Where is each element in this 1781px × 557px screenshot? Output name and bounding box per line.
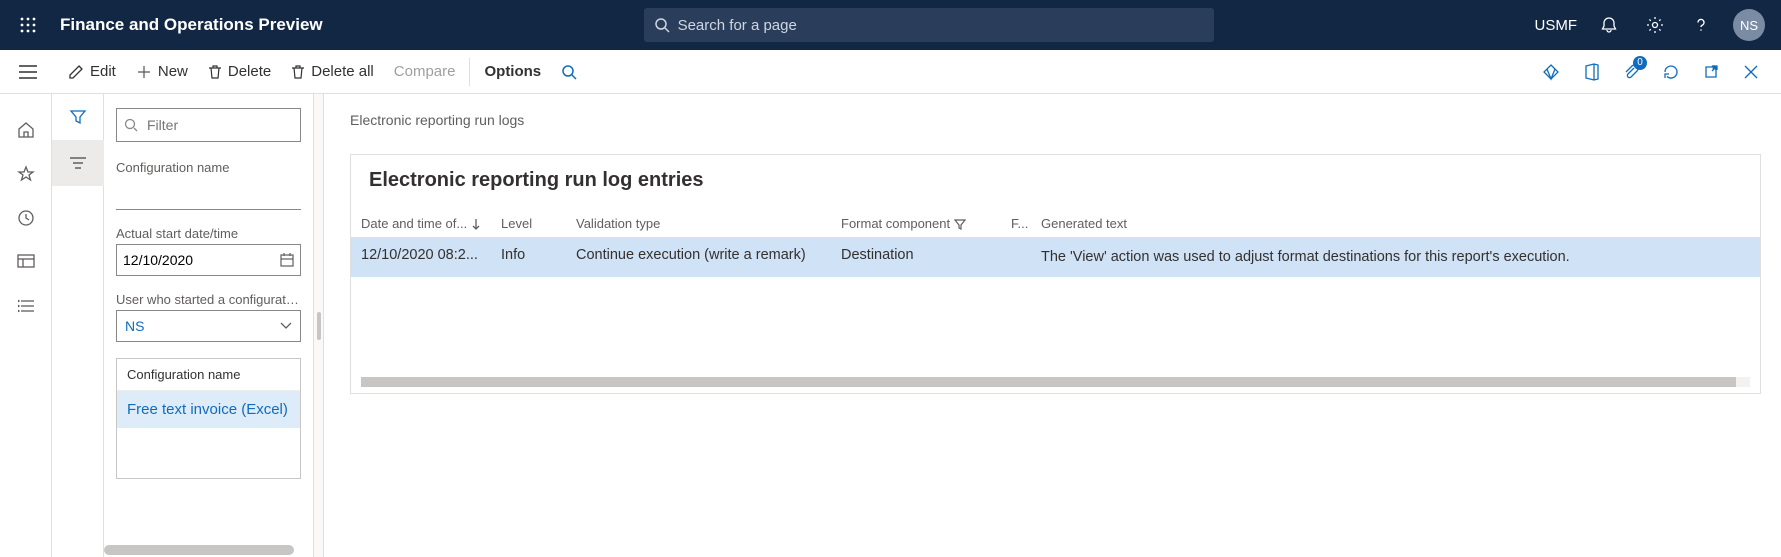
close-icon[interactable]	[1733, 54, 1769, 90]
chevron-down-icon	[280, 322, 292, 330]
global-search-input[interactable]	[678, 17, 1204, 34]
nav-rail	[0, 94, 52, 557]
config-name-input[interactable]	[116, 178, 301, 210]
search-icon	[124, 118, 138, 132]
delete-all-label: Delete all	[311, 63, 374, 80]
user-label: User who started a configuration	[116, 292, 301, 307]
splitter-grip-icon[interactable]	[317, 312, 321, 340]
cell-level: Info	[501, 247, 576, 263]
sidepanel-horizontal-scrollbar[interactable]	[104, 545, 294, 555]
config-name-field: Configuration name	[116, 160, 301, 210]
top-header: Finance and Operations Preview USMF NS	[0, 0, 1781, 50]
hamburger-icon[interactable]	[8, 50, 48, 94]
edit-label: Edit	[90, 63, 116, 80]
app-launcher-icon[interactable]	[8, 5, 48, 45]
options-label: Options	[484, 63, 541, 80]
filter-funnel-icon[interactable]	[52, 94, 104, 140]
plus-icon	[136, 64, 152, 80]
start-date-field: Actual start date/time	[116, 226, 301, 276]
config-list-item[interactable]: Free text invoice (Excel)	[117, 391, 300, 428]
cell-format-component: Destination	[841, 247, 1011, 263]
body: Configuration name Actual start date/tim…	[0, 94, 1781, 557]
help-icon[interactable]	[1687, 11, 1715, 39]
col-level[interactable]: Level	[501, 216, 576, 231]
trash-icon	[208, 64, 222, 80]
filter-list-icon[interactable]	[52, 140, 104, 186]
scrollbar-thumb[interactable]	[361, 377, 1736, 387]
config-name-label: Configuration name	[116, 160, 301, 175]
edit-button[interactable]: Edit	[58, 50, 126, 93]
main-content: Electronic reporting run logs Electronic…	[324, 94, 1781, 557]
grid-horizontal-scrollbar[interactable]	[361, 377, 1750, 387]
nav-workspaces-icon[interactable]	[0, 240, 52, 284]
pencil-icon	[68, 64, 84, 80]
cell-datetime: 12/10/2020 08:2...	[361, 247, 501, 263]
quick-filter-input[interactable]	[116, 108, 301, 142]
search-icon	[654, 17, 670, 33]
office-icon[interactable]	[1573, 54, 1609, 90]
notifications-icon[interactable]	[1595, 11, 1623, 39]
popout-icon[interactable]	[1693, 54, 1729, 90]
user-avatar[interactable]: NS	[1733, 9, 1765, 41]
col-validation[interactable]: Validation type	[576, 216, 841, 231]
diamond-icon[interactable]	[1533, 54, 1569, 90]
config-list-header: Configuration name	[117, 359, 300, 391]
col-format-component[interactable]: Format component	[841, 216, 1011, 231]
log-entries-panel: Electronic reporting run log entries Dat…	[350, 154, 1761, 394]
action-search-button[interactable]	[551, 50, 587, 93]
attachments-icon[interactable]: 0	[1613, 54, 1649, 90]
nav-modules-icon[interactable]	[0, 284, 52, 328]
attachments-badge: 0	[1633, 56, 1647, 70]
cell-validation: Continue execution (write a remark)	[576, 247, 841, 263]
col-generated-text[interactable]: Generated text	[1041, 216, 1750, 231]
log-grid: Date and time of... Level Validation typ…	[351, 210, 1760, 277]
grid-header: Date and time of... Level Validation typ…	[351, 210, 1760, 237]
legal-entity[interactable]: USMF	[1535, 17, 1578, 34]
compare-label: Compare	[394, 63, 456, 80]
action-bar: Edit New Delete Delete all Compare Optio…	[0, 50, 1781, 94]
app-title: Finance and Operations Preview	[60, 15, 323, 35]
splitter[interactable]	[314, 94, 324, 557]
delete-all-button[interactable]: Delete all	[281, 50, 384, 93]
config-list-blank	[117, 428, 300, 478]
user-field: User who started a configuration NS	[116, 292, 301, 342]
compare-button: Compare	[384, 50, 466, 93]
settings-icon[interactable]	[1641, 11, 1669, 39]
start-date-label: Actual start date/time	[116, 226, 301, 241]
nav-favorites-icon[interactable]	[0, 152, 52, 196]
trash-icon	[291, 64, 305, 80]
delete-button[interactable]: Delete	[198, 50, 281, 93]
global-search[interactable]	[644, 8, 1214, 42]
action-divider	[469, 58, 470, 86]
filter-panel: Configuration name Actual start date/tim…	[104, 94, 314, 557]
new-label: New	[158, 63, 188, 80]
nav-home-icon[interactable]	[0, 108, 52, 152]
breadcrumb: Electronic reporting run logs	[350, 112, 1761, 128]
delete-label: Delete	[228, 63, 271, 80]
sort-desc-icon	[471, 218, 481, 230]
refresh-icon[interactable]	[1653, 54, 1689, 90]
grid-row[interactable]: 12/10/2020 08:2... Info Continue executi…	[351, 237, 1760, 277]
quick-filter[interactable]	[116, 108, 301, 142]
options-button[interactable]: Options	[474, 50, 551, 93]
cell-generated-text: The 'View' action was used to adjust for…	[1041, 247, 1750, 267]
new-button[interactable]: New	[126, 50, 198, 93]
col-datetime[interactable]: Date and time of...	[361, 216, 501, 231]
start-date-input[interactable]	[116, 244, 301, 276]
nav-recent-icon[interactable]	[0, 196, 52, 240]
filter-icon	[954, 218, 966, 230]
col-f[interactable]: F...	[1011, 216, 1041, 231]
filter-rail	[52, 94, 104, 557]
user-value: NS	[125, 318, 144, 334]
search-icon	[561, 64, 577, 80]
user-select[interactable]: NS	[116, 310, 301, 342]
config-list: Configuration name Free text invoice (Ex…	[116, 358, 301, 479]
panel-title: Electronic reporting run log entries	[351, 155, 1760, 210]
